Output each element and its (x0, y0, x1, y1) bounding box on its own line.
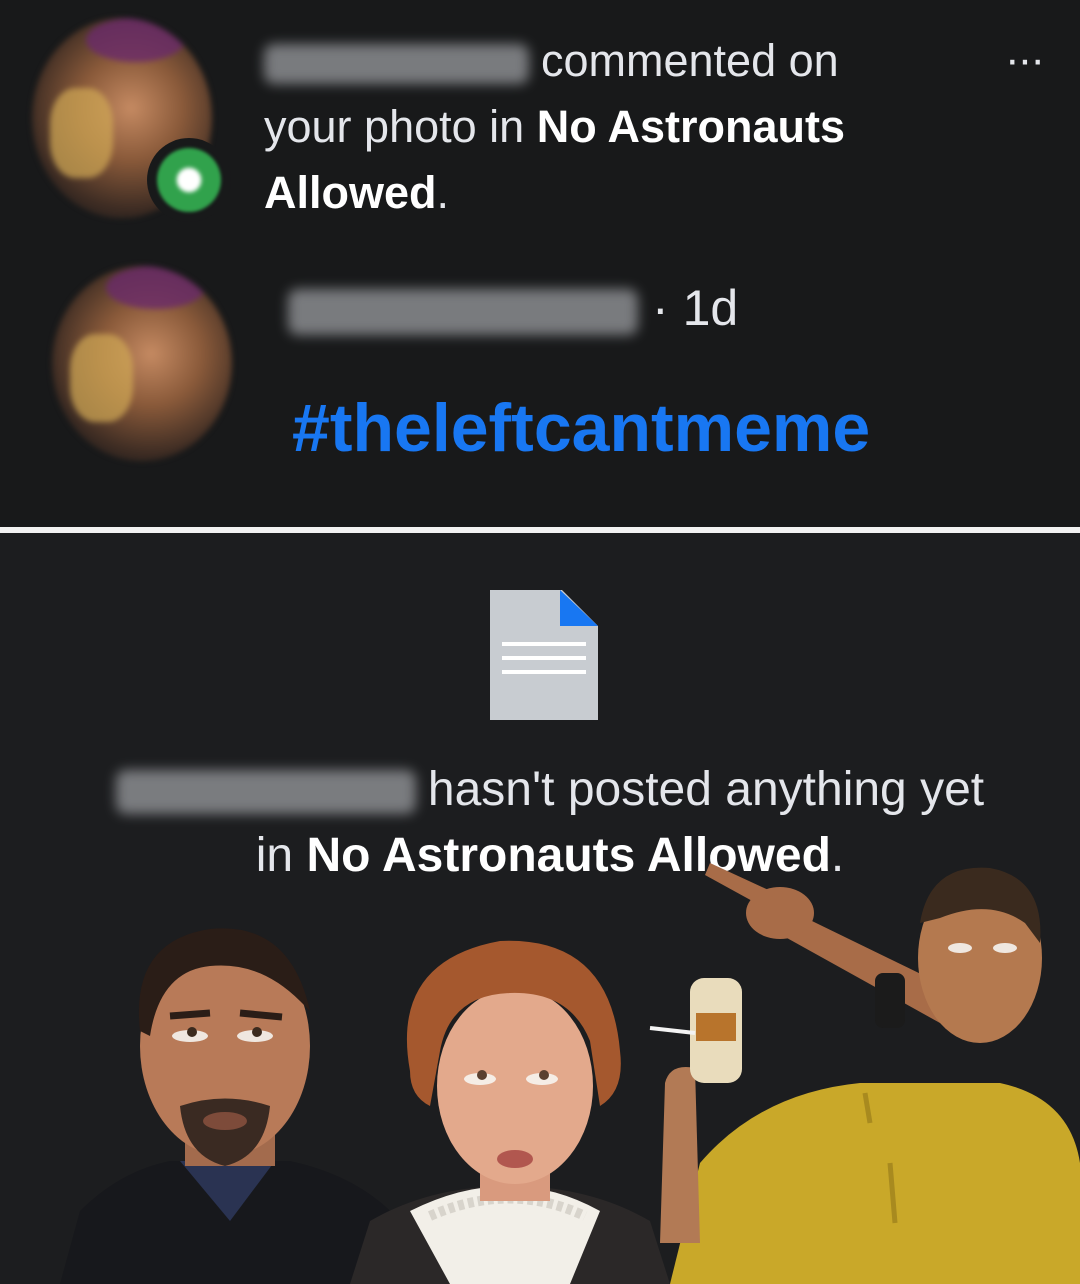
document-icon (490, 590, 598, 720)
comment-timestamp[interactable]: 1d (683, 280, 739, 336)
redacted-username (264, 44, 529, 85)
redacted-commenter-name (288, 288, 638, 335)
notification-verb: commented on (541, 35, 839, 86)
empty-state-panel: hasn't posted anything yet in No Astrona… (0, 533, 1080, 1284)
notification-period: . (436, 167, 450, 218)
notification-object: your photo in (264, 101, 525, 152)
notification-text[interactable]: commented on your photo in No Astronauts… (264, 28, 964, 226)
online-status-badge (147, 138, 231, 222)
pointing-man-figure (649, 863, 1080, 1284)
comment-author-avatar[interactable] (52, 266, 232, 461)
comment-meta: · 1d (288, 278, 738, 338)
online-dot-icon (157, 148, 221, 212)
judge-figure (350, 940, 670, 1284)
more-options-icon[interactable]: ··· (1000, 38, 1048, 82)
redacted-member-name (115, 770, 416, 815)
meta-separator: · (652, 280, 669, 336)
notification-panel: commented on your photo in No Astronauts… (0, 0, 1080, 527)
hashtag-link[interactable]: #theleftcantmeme (292, 388, 870, 468)
eye-roll-man-figure (60, 928, 400, 1284)
